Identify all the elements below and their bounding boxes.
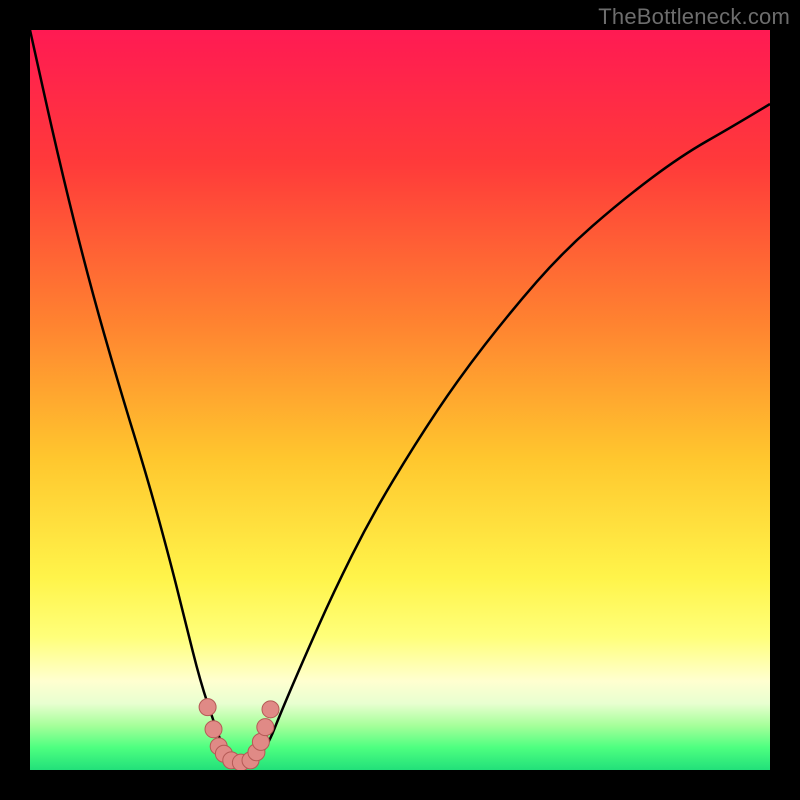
valley-marker xyxy=(205,721,222,738)
chart-svg xyxy=(30,30,770,770)
valley-marker xyxy=(257,719,274,736)
valley-marker xyxy=(199,699,216,716)
valley-marker xyxy=(262,701,279,718)
gradient-background xyxy=(30,30,770,770)
chart-area xyxy=(30,30,770,770)
watermark-text: TheBottleneck.com xyxy=(598,4,790,30)
outer-frame: TheBottleneck.com xyxy=(0,0,800,800)
